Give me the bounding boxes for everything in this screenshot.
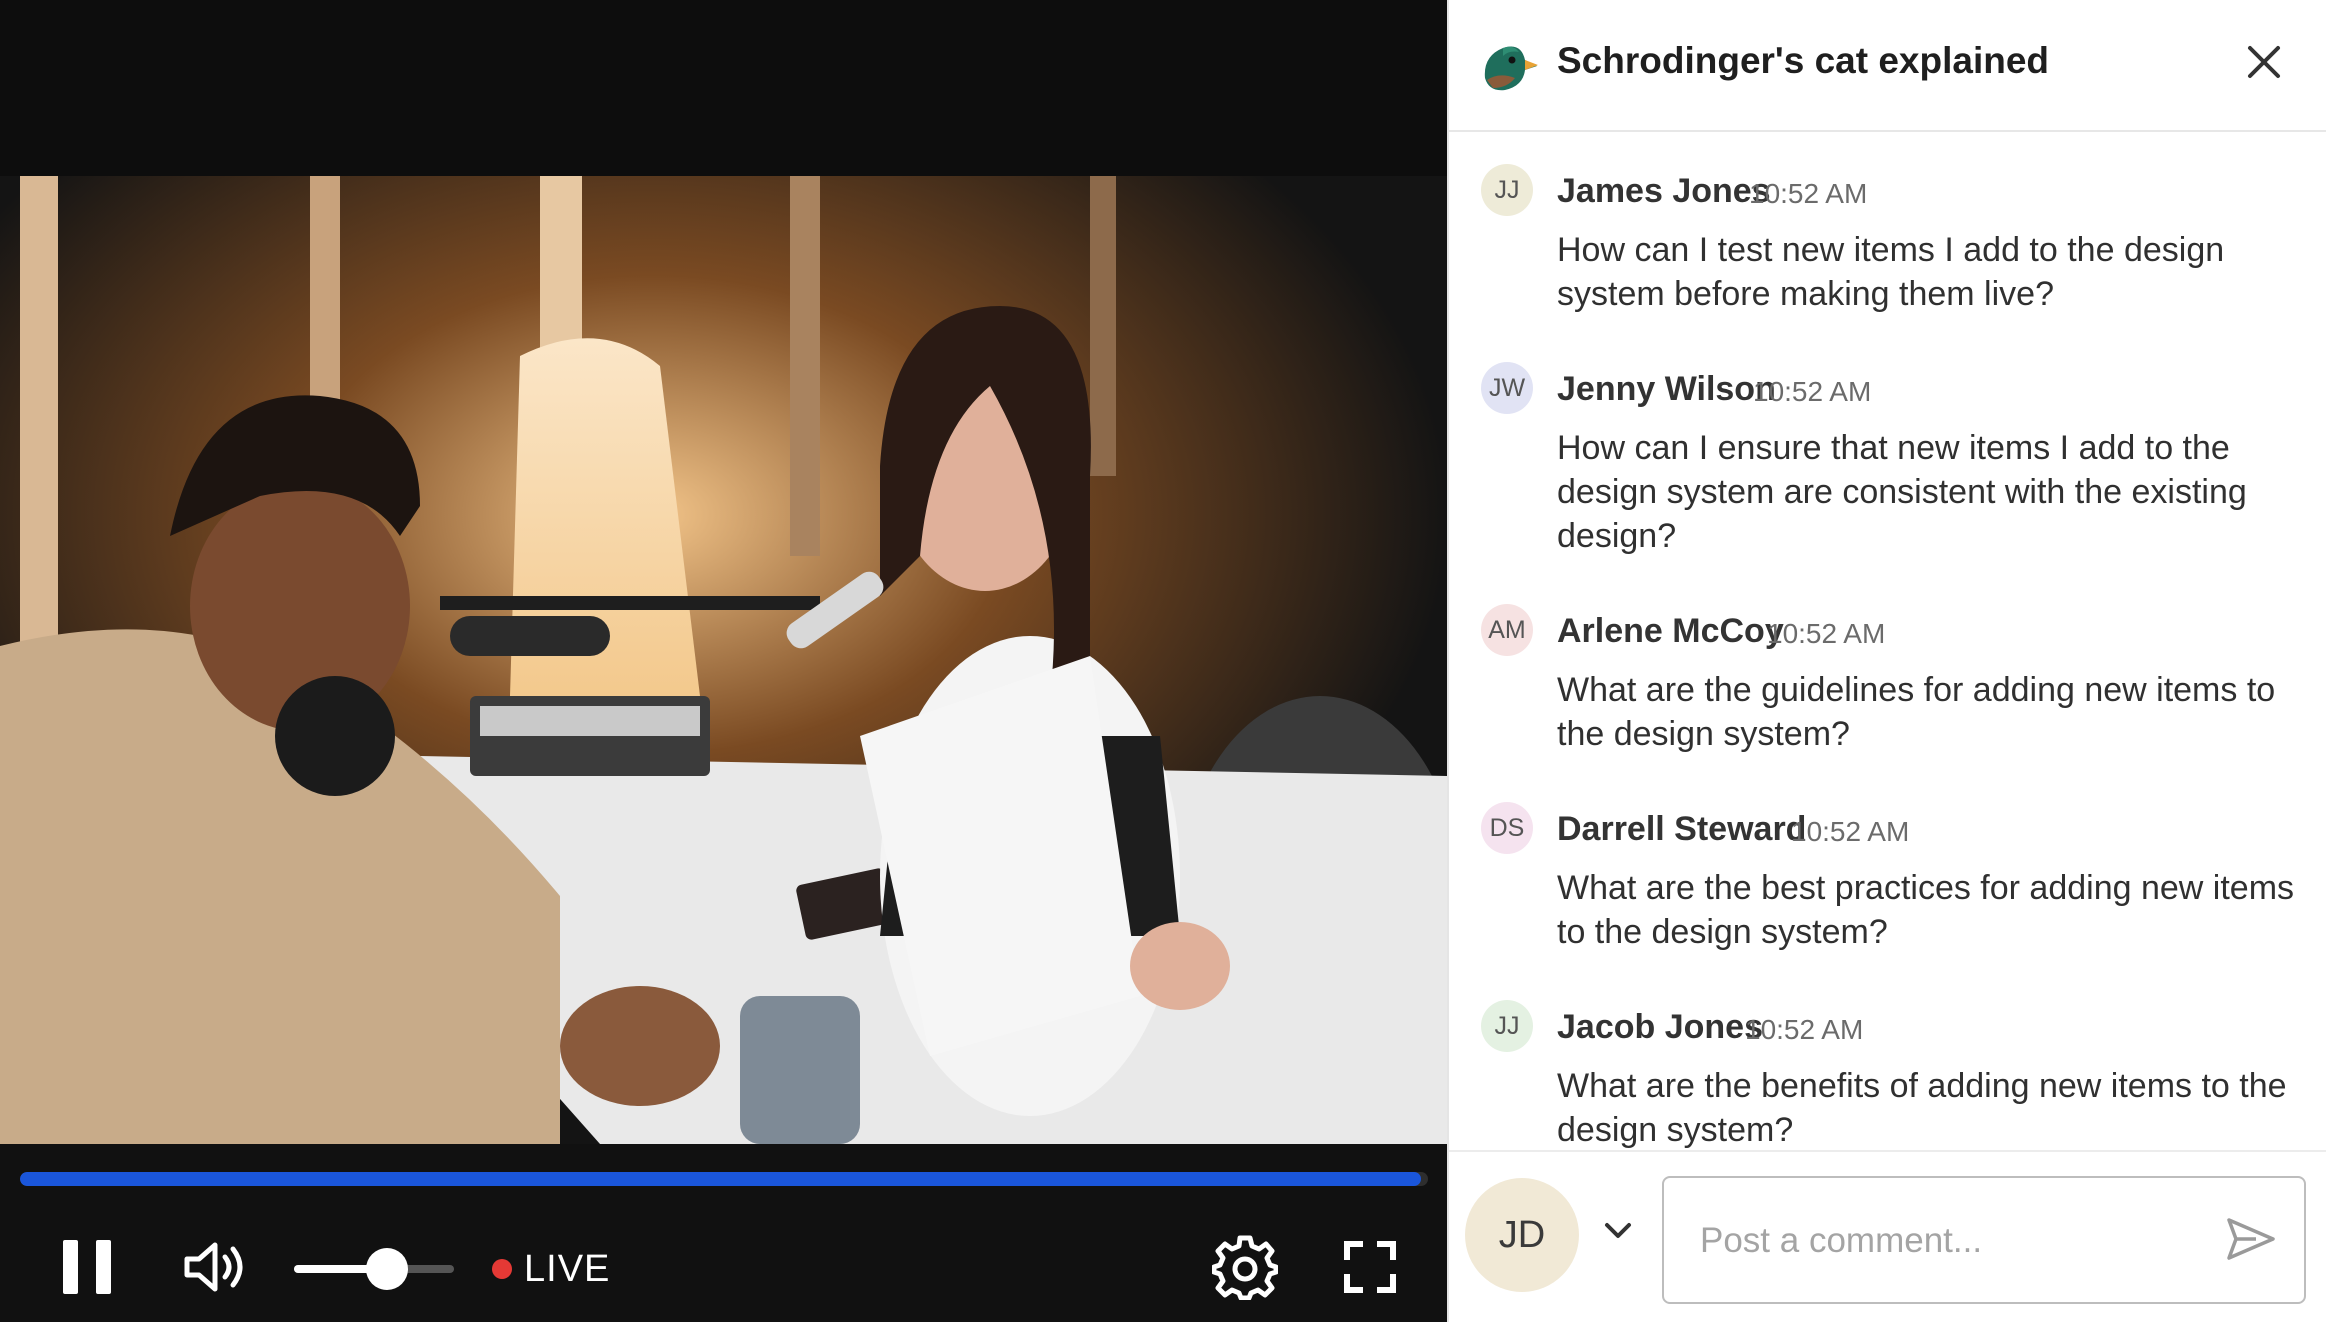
avatar: AM <box>1481 604 1533 656</box>
fullscreen-icon <box>1344 1240 1396 1298</box>
avatar: JW <box>1481 362 1533 414</box>
video-frame[interactable] <box>0 176 1447 1144</box>
message-time: 10:52 AM <box>1791 816 1910 847</box>
fullscreen-button[interactable] <box>1330 1224 1410 1314</box>
avatar: JJ <box>1481 164 1533 216</box>
comment-box <box>1662 1176 2306 1304</box>
message-text: What are the best practices for adding n… <box>1557 869 2295 951</box>
send-button[interactable] <box>2224 1214 2278 1268</box>
message-time: 10:52 AM <box>1745 1014 1864 1045</box>
progress-fill <box>20 1172 1421 1186</box>
message-author: Jacob Jones <box>1557 1008 1763 1046</box>
player-controls: LIVE <box>0 1144 1447 1322</box>
live-stream-app: LIVE Schrodinger's cat explained JJ Jame… <box>0 0 2326 1322</box>
message-author: Jenny Wilson <box>1557 370 1776 408</box>
message-time: 10:52 AM <box>1753 376 1872 407</box>
message-author: James Jones <box>1557 172 1771 210</box>
chat-panel: Schrodinger's cat explained JJ James Jon… <box>1449 0 2326 1322</box>
send-icon <box>2226 1217 2276 1266</box>
message-text: What are the benefits of adding new item… <box>1557 1067 2287 1149</box>
avatar: JJ <box>1481 1000 1533 1052</box>
volume-button[interactable] <box>176 1224 256 1314</box>
live-label: LIVE <box>524 1247 611 1290</box>
video-player[interactable]: LIVE <box>0 0 1449 1322</box>
settings-button[interactable] <box>1205 1224 1285 1314</box>
podcast-scene-image <box>0 176 1447 1144</box>
message-text: What are the guidelines for adding new i… <box>1557 671 2276 753</box>
pause-button[interactable] <box>52 1224 122 1314</box>
message-list[interactable]: JJ James Jones 10:52 AM How can I test n… <box>1449 132 2326 1150</box>
chevron-down-icon <box>1604 1222 1632 1245</box>
live-dot-icon <box>492 1259 512 1279</box>
message-time: 10:52 AM <box>1749 178 1868 209</box>
pause-icon <box>61 1238 113 1301</box>
close-icon <box>2246 44 2282 85</box>
live-indicator: LIVE <box>492 1224 610 1314</box>
avatar-dropdown-button[interactable] <box>1597 1212 1639 1254</box>
progress-bar[interactable] <box>20 1172 1428 1186</box>
comment-composer: JD <box>1449 1150 2326 1322</box>
volume-handle[interactable] <box>365 1248 408 1290</box>
volume-slider[interactable] <box>294 1224 454 1314</box>
avatar: DS <box>1481 802 1533 854</box>
message-time: 10:52 AM <box>1767 618 1886 649</box>
user-avatar[interactable]: JD <box>1465 1178 1579 1292</box>
message-text: How can I test new items I add to the de… <box>1557 231 2225 313</box>
duck-logo-icon <box>1479 38 1539 94</box>
chat-title: Schrodinger's cat explained <box>1557 40 2050 81</box>
gear-icon <box>1211 1234 1279 1305</box>
comment-input[interactable] <box>1698 1178 2202 1304</box>
message-author: Arlene McCoy <box>1557 612 1784 650</box>
chat-header: Schrodinger's cat explained <box>1449 0 2326 132</box>
close-button[interactable] <box>2240 40 2288 88</box>
message-author: Darrell Steward <box>1557 810 1807 848</box>
volume-icon <box>183 1237 249 1302</box>
volume-track[interactable] <box>294 1248 454 1290</box>
message-text: How can I ensure that new items I add to… <box>1557 429 2247 555</box>
